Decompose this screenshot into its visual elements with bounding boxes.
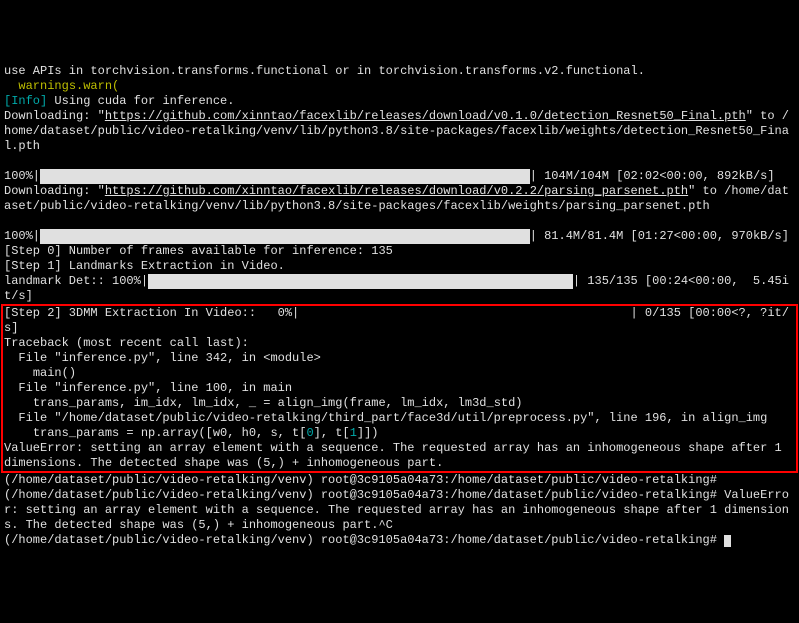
step-line: [Step 2] 3DMM Extraction In Video:: 0%| bbox=[4, 306, 299, 320]
progress-bar: ████████████████████████████████████████… bbox=[40, 229, 530, 244]
download-url: https://github.com/xinntao/facexlib/rele… bbox=[105, 184, 688, 198]
traceback-file: File "inference.py", line 100, in main bbox=[4, 381, 292, 395]
download-label: Downloading: " bbox=[4, 109, 105, 123]
traceback-code: trans_params = np.array([w0, h0, s, t[ bbox=[4, 426, 306, 440]
shell-prompt: (/home/dataset/public/video-retalking/ve… bbox=[4, 473, 717, 487]
traceback-file: File "/home/dataset/public/video-retalki… bbox=[4, 411, 767, 425]
traceback-file: File "inference.py", line 342, in <modul… bbox=[4, 351, 321, 365]
warning-line: warnings.warn( bbox=[4, 79, 119, 93]
download-label: Downloading: " bbox=[4, 184, 105, 198]
progress-bar: ████████████████████████████████████████… bbox=[148, 274, 573, 289]
warning-line: use APIs in torchvision.transforms.funct… bbox=[4, 64, 645, 78]
traceback-header: Traceback (most recent call last): bbox=[4, 336, 249, 350]
index-literal: 0 bbox=[306, 426, 313, 440]
terminal-output[interactable]: use APIs in torchvision.transforms.funct… bbox=[4, 64, 795, 548]
progress-left: 100%| bbox=[4, 169, 40, 183]
info-text: Using cuda for inference. bbox=[47, 94, 234, 108]
progress-left: 100%| bbox=[4, 229, 40, 243]
progress-bar: ████████████████████████████████████████… bbox=[40, 169, 530, 184]
shell-prompt: (/home/dataset/public/video-retalking/ve… bbox=[4, 488, 789, 532]
index-literal: 1 bbox=[350, 426, 357, 440]
step-line: [Step 0] Number of frames available for … bbox=[4, 244, 393, 258]
error-highlight-box: [Step 2] 3DMM Extraction In Video:: 0%| … bbox=[1, 304, 798, 473]
traceback-code: ], t[ bbox=[314, 426, 350, 440]
shell-prompt: (/home/dataset/public/video-retalking/ve… bbox=[4, 533, 724, 547]
traceback-code: main() bbox=[4, 366, 76, 380]
step-line: [Step 1] Landmarks Extraction in Video. bbox=[4, 259, 285, 273]
download-url: https://github.com/xinntao/facexlib/rele… bbox=[105, 109, 746, 123]
progress-right: | 104M/104M [02:02<00:00, 892kB/s] bbox=[530, 169, 775, 183]
info-tag: [Info] bbox=[4, 94, 47, 108]
value-error: ValueError: setting an array element wit… bbox=[4, 441, 789, 470]
progress-left: landmark Det:: 100%| bbox=[4, 274, 148, 288]
cursor bbox=[724, 535, 731, 547]
progress-right: | 81.4M/81.4M [01:27<00:00, 970kB/s] bbox=[530, 229, 789, 243]
traceback-code: trans_params, im_idx, lm_idx, _ = align_… bbox=[4, 396, 523, 410]
traceback-code: ]]) bbox=[357, 426, 379, 440]
